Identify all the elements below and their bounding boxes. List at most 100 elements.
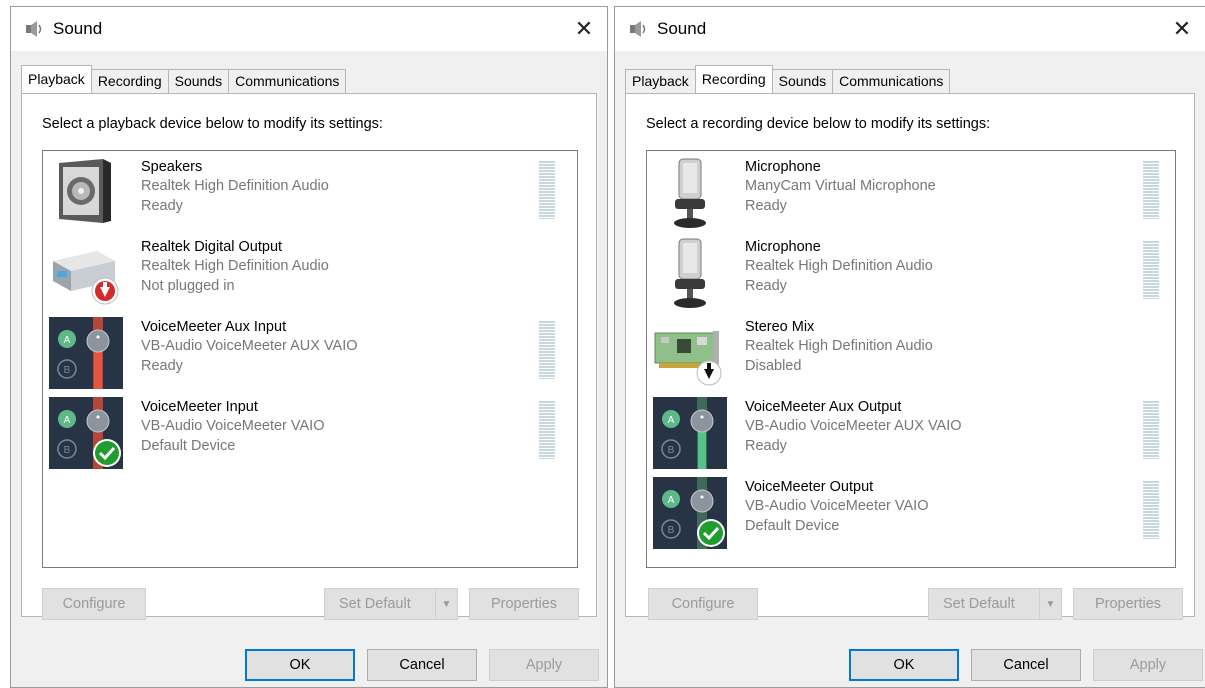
device-name: VoiceMeeter Output <box>745 479 874 495</box>
list-item[interactable]: Speakers Realtek High Definition Audio R… <box>43 153 577 233</box>
svg-text:B: B <box>64 445 71 456</box>
close-button[interactable]: ✕ <box>561 7 607 51</box>
tab-communications[interactable]: Communications <box>832 69 951 93</box>
device-name: Stereo Mix <box>745 319 815 335</box>
device-status: Ready <box>745 198 787 214</box>
svg-text:A: A <box>668 495 675 506</box>
tab-recording[interactable]: Recording <box>694 65 773 93</box>
list-item[interactable]: A B VoiceMeeter Aux Output VB-Audio Voic… <box>647 393 1175 473</box>
device-status: Default Device <box>141 438 236 454</box>
configure-button[interactable]: Configure <box>42 588 146 620</box>
microphone-icon <box>653 235 727 311</box>
tab-panel: Select a playback device below to modify… <box>21 93 597 620</box>
properties-button[interactable]: Properties <box>1073 588 1183 620</box>
cancel-button[interactable]: Cancel <box>971 649 1081 681</box>
sound-dialog-playback: Sound ✕ Playback Recording Sounds Commun… <box>10 6 608 688</box>
voicemeeter-icon: A B <box>653 395 727 471</box>
cancel-button[interactable]: Cancel <box>367 649 477 681</box>
device-name: Microphone <box>745 159 821 175</box>
speaker-icon <box>49 155 123 231</box>
set-default-button[interactable]: Set Default ▼ <box>928 588 1062 620</box>
set-default-label: Set Default <box>943 596 1015 612</box>
device-driver: Realtek High Definition Audio <box>141 258 329 274</box>
device-name: Speakers <box>141 159 203 175</box>
properties-button[interactable]: Properties <box>469 588 579 620</box>
dropdown-arrow-icon[interactable]: ▼ <box>435 589 457 619</box>
tab-playback[interactable]: Playback <box>625 69 696 93</box>
voicemeeter-default-icon: A B <box>49 395 123 471</box>
list-item[interactable]: Microphone Realtek High Definition Audio… <box>647 233 1175 313</box>
svg-text:A: A <box>668 415 675 426</box>
tab-sounds[interactable]: Sounds <box>771 69 834 93</box>
device-name: VoiceMeeter Aux Output <box>745 399 902 415</box>
volume-meter <box>1143 161 1159 219</box>
tab-panel: Select a recording device below to modif… <box>625 93 1195 620</box>
voicemeeter-icon: A B <box>49 315 123 391</box>
device-name: VoiceMeeter Input <box>141 399 258 415</box>
device-status: Ready <box>141 198 183 214</box>
ok-button[interactable]: OK <box>245 649 355 681</box>
tab-playback[interactable]: Playback <box>21 65 92 93</box>
device-list[interactable]: Microphone ManyCam Virtual Microphone Re… <box>646 150 1176 568</box>
title-bar[interactable]: Sound ✕ <box>11 7 607 51</box>
device-status: Not plugged in <box>141 278 235 294</box>
tab-strip: Playback Recording Sounds Communications <box>625 65 951 93</box>
apply-button[interactable]: Apply <box>489 649 599 681</box>
sound-dialog-recording: Sound ✕ Playback Recording Sounds Commun… <box>614 6 1205 688</box>
volume-meter <box>1143 241 1159 299</box>
list-item[interactable]: A B VoiceMeeter Output VB-Audio VoiceMee… <box>647 473 1175 553</box>
svg-text:B: B <box>668 445 675 456</box>
device-driver: VB-Audio VoiceMeeter VAIO <box>141 418 325 434</box>
device-status: Ready <box>745 278 787 294</box>
device-name: Realtek Digital Output <box>141 239 283 255</box>
tab-strip: Playback Recording Sounds Communications <box>21 65 347 93</box>
window-title: Sound <box>53 19 103 38</box>
svg-text:A: A <box>64 335 71 346</box>
list-item[interactable]: A B VoiceMeeter Input VB-Audio VoiceMeet… <box>43 393 577 473</box>
set-default-button[interactable]: Set Default ▼ <box>324 588 458 620</box>
digital-output-icon <box>49 235 123 311</box>
volume-meter <box>539 321 555 379</box>
list-item[interactable]: Realtek Digital Output Realtek High Defi… <box>43 233 577 313</box>
volume-meter <box>539 161 555 219</box>
list-item[interactable]: A B VoiceMeeter Aux Input VB-Audio Voice… <box>43 313 577 393</box>
device-driver: Realtek High Definition Audio <box>745 258 933 274</box>
tab-communications[interactable]: Communications <box>228 69 347 93</box>
configure-button[interactable]: Configure <box>648 588 758 620</box>
dropdown-arrow-icon[interactable]: ▼ <box>1039 589 1061 619</box>
volume-meter <box>1143 401 1159 459</box>
device-status: Default Device <box>745 518 840 534</box>
tab-sounds[interactable]: Sounds <box>167 69 230 93</box>
device-name: Microphone <box>745 239 821 255</box>
voicemeeter-default-icon: A B <box>653 475 727 551</box>
speaker-title-icon <box>26 21 42 37</box>
device-driver: ManyCam Virtual Microphone <box>745 178 936 194</box>
svg-text:B: B <box>668 525 675 536</box>
instruction-text: Select a playback device below to modify… <box>42 116 383 132</box>
device-driver: VB-Audio VoiceMeeter VAIO <box>745 498 929 514</box>
volume-meter <box>1143 481 1159 539</box>
device-status: Ready <box>141 358 183 374</box>
device-status: Disabled <box>745 358 802 374</box>
volume-meter <box>539 401 555 459</box>
speaker-title-icon <box>630 21 646 37</box>
svg-text:B: B <box>64 365 71 376</box>
device-driver: Realtek High Definition Audio <box>141 178 329 194</box>
svg-text:A: A <box>64 415 71 426</box>
device-list[interactable]: Speakers Realtek High Definition Audio R… <box>42 150 578 568</box>
apply-button[interactable]: Apply <box>1093 649 1203 681</box>
set-default-label: Set Default <box>339 596 411 612</box>
list-item[interactable]: Microphone ManyCam Virtual Microphone Re… <box>647 153 1175 233</box>
list-item[interactable]: Stereo Mix Realtek High Definition Audio… <box>647 313 1175 393</box>
sound-card-icon <box>653 315 727 391</box>
microphone-icon <box>653 155 727 231</box>
title-bar[interactable]: Sound ✕ <box>615 7 1205 51</box>
device-driver: VB-Audio VoiceMeeter AUX VAIO <box>141 338 358 354</box>
instruction-text: Select a recording device below to modif… <box>646 116 991 132</box>
ok-button[interactable]: OK <box>849 649 959 681</box>
device-name: VoiceMeeter Aux Input <box>141 319 287 335</box>
device-driver: Realtek High Definition Audio <box>745 338 933 354</box>
tab-recording[interactable]: Recording <box>90 69 169 93</box>
device-status: Ready <box>745 438 787 454</box>
close-button[interactable]: ✕ <box>1159 7 1205 51</box>
